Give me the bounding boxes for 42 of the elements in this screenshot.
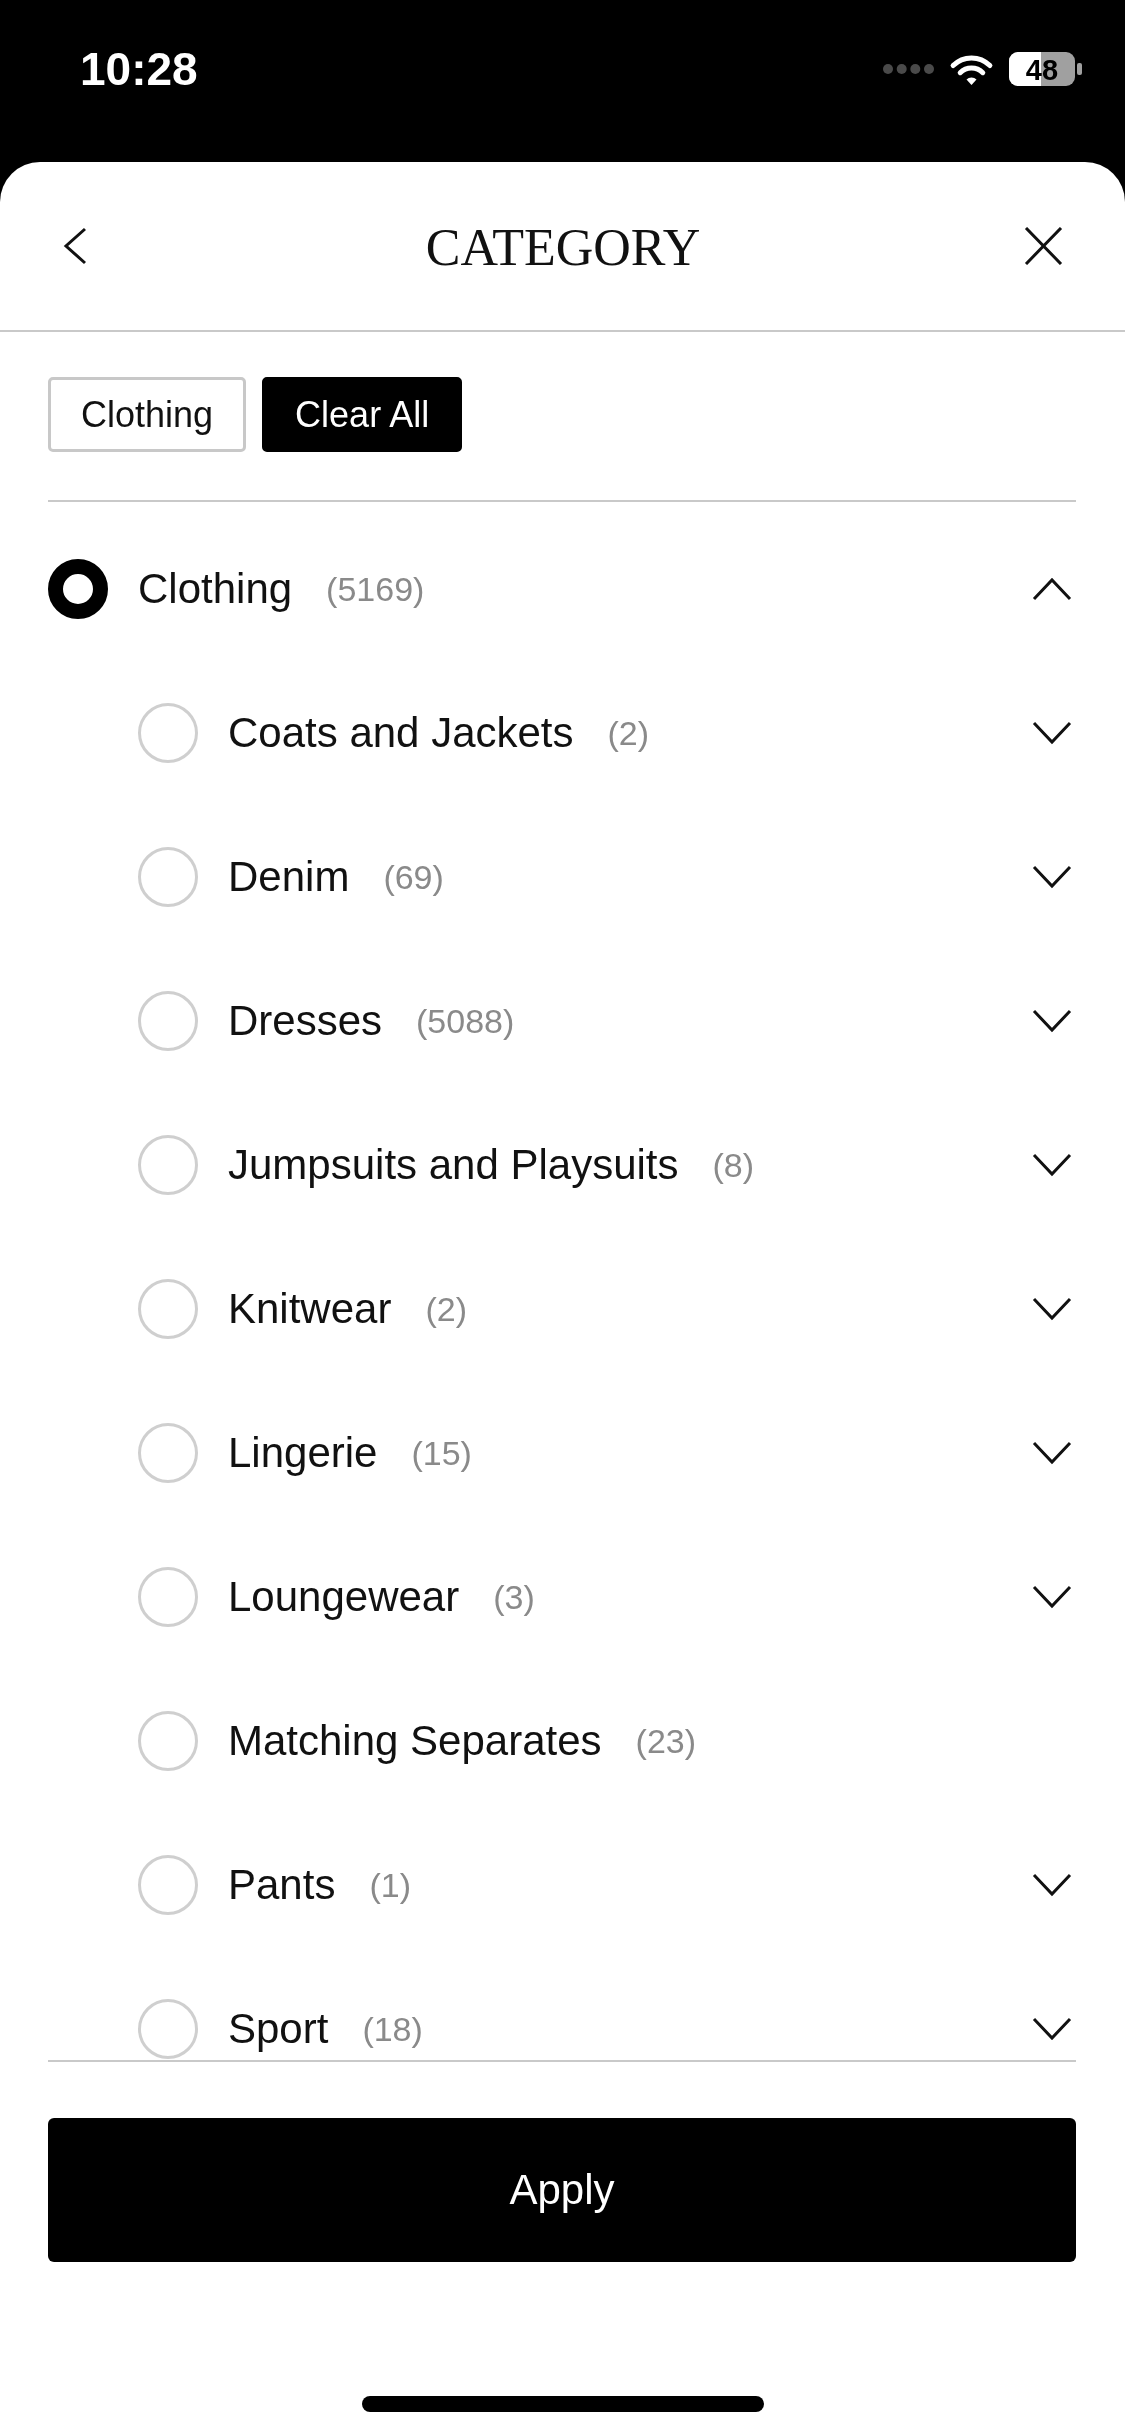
- back-chevron-icon[interactable]: [63, 227, 87, 265]
- chevron-down-icon[interactable]: [1032, 721, 1072, 745]
- item-count: (2): [607, 713, 650, 754]
- radio-button[interactable]: [48, 559, 108, 619]
- item-count: (23): [635, 1721, 697, 1762]
- category-name: Sport: [228, 2004, 329, 2054]
- category-name: Jumpsuits and Playsuits: [228, 1140, 679, 1190]
- apply-button[interactable]: Apply: [48, 2118, 1076, 2262]
- chevron-down-icon[interactable]: [1032, 1441, 1072, 1465]
- category-name: Coats and Jackets: [228, 708, 574, 758]
- category-name: Dresses: [228, 996, 383, 1046]
- chevron-down-icon[interactable]: [1032, 2017, 1072, 2041]
- category-name: Matching Separates: [228, 1716, 602, 1766]
- item-count: (5169): [326, 569, 425, 610]
- chevron-down-icon[interactable]: [1032, 1009, 1072, 1033]
- chevron-down-icon[interactable]: [1032, 1873, 1072, 1897]
- chevron-down-icon[interactable]: [1032, 865, 1072, 889]
- category-name: Knitwear: [228, 1284, 392, 1334]
- item-count: (15): [411, 1433, 472, 1474]
- item-count: (3): [493, 1577, 535, 1618]
- item-count: (8): [712, 1145, 755, 1186]
- item-count: (18): [362, 2009, 423, 2050]
- chevron-down-icon[interactable]: [1032, 1153, 1072, 1177]
- filter-chip[interactable]: Clothing: [48, 377, 247, 452]
- close-icon[interactable]: [1024, 227, 1063, 265]
- category-name: Denim: [228, 852, 350, 902]
- status-time: 10:28: [80, 44, 198, 94]
- category-name: Loungewear: [228, 1572, 460, 1622]
- chevron-down-icon[interactable]: [1032, 1585, 1072, 1609]
- clear-all-button[interactable]: Clear All: [262, 377, 463, 452]
- sheet-title: CATEGORY: [425, 218, 701, 278]
- chevron-up-icon[interactable]: [1032, 577, 1072, 601]
- item-count: (2): [425, 1289, 467, 1330]
- item-count: (69): [383, 857, 444, 898]
- category-name: Pants: [228, 1860, 336, 1910]
- item-count: (5088): [416, 1001, 515, 1042]
- chevron-down-icon[interactable]: [1032, 1297, 1072, 1321]
- signal-dots-icon: [883, 64, 934, 74]
- category-name: Clothing: [138, 564, 293, 614]
- item-count: (1): [369, 1865, 411, 1906]
- wifi-icon: [949, 52, 994, 86]
- category-name: Lingerie: [228, 1428, 378, 1478]
